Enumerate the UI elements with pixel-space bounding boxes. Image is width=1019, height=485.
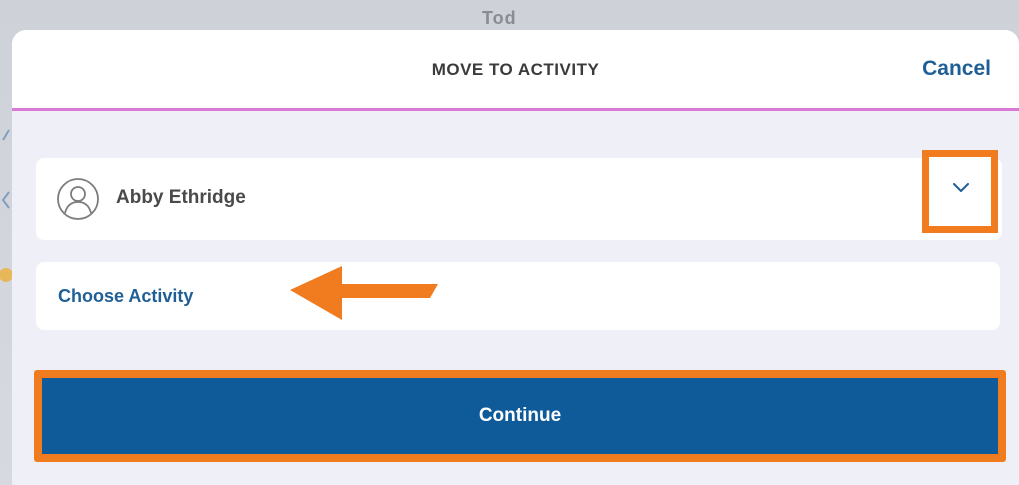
person-name: Abby Ethridge [116, 187, 246, 208]
modal-title: MOVE TO ACTIVITY [431, 60, 600, 79]
continue-button[interactable]: Continue [50, 386, 990, 446]
background-title: Tod [482, 8, 517, 28]
choose-activity-row[interactable]: Choose Activity [36, 262, 1000, 330]
choose-activity-label: Choose Activity [58, 286, 194, 306]
left-arrow-annotation-icon [290, 266, 438, 320]
move-to-activity-modal: MOVE TO ACTIVITY Cancel Abby Ethridge Ch… [12, 30, 1019, 485]
selected-person-row[interactable]: Abby Ethridge [36, 158, 1002, 240]
chevron-down-icon [953, 183, 969, 192]
cancel-button[interactable]: Cancel [922, 57, 991, 81]
expand-person-button[interactable] [922, 150, 998, 233]
modal-header: MOVE TO ACTIVITY Cancel [12, 30, 1019, 111]
continue-highlight: Continue [34, 370, 1006, 462]
background-edge-icon [0, 129, 12, 282]
person-avatar-icon [57, 178, 99, 220]
